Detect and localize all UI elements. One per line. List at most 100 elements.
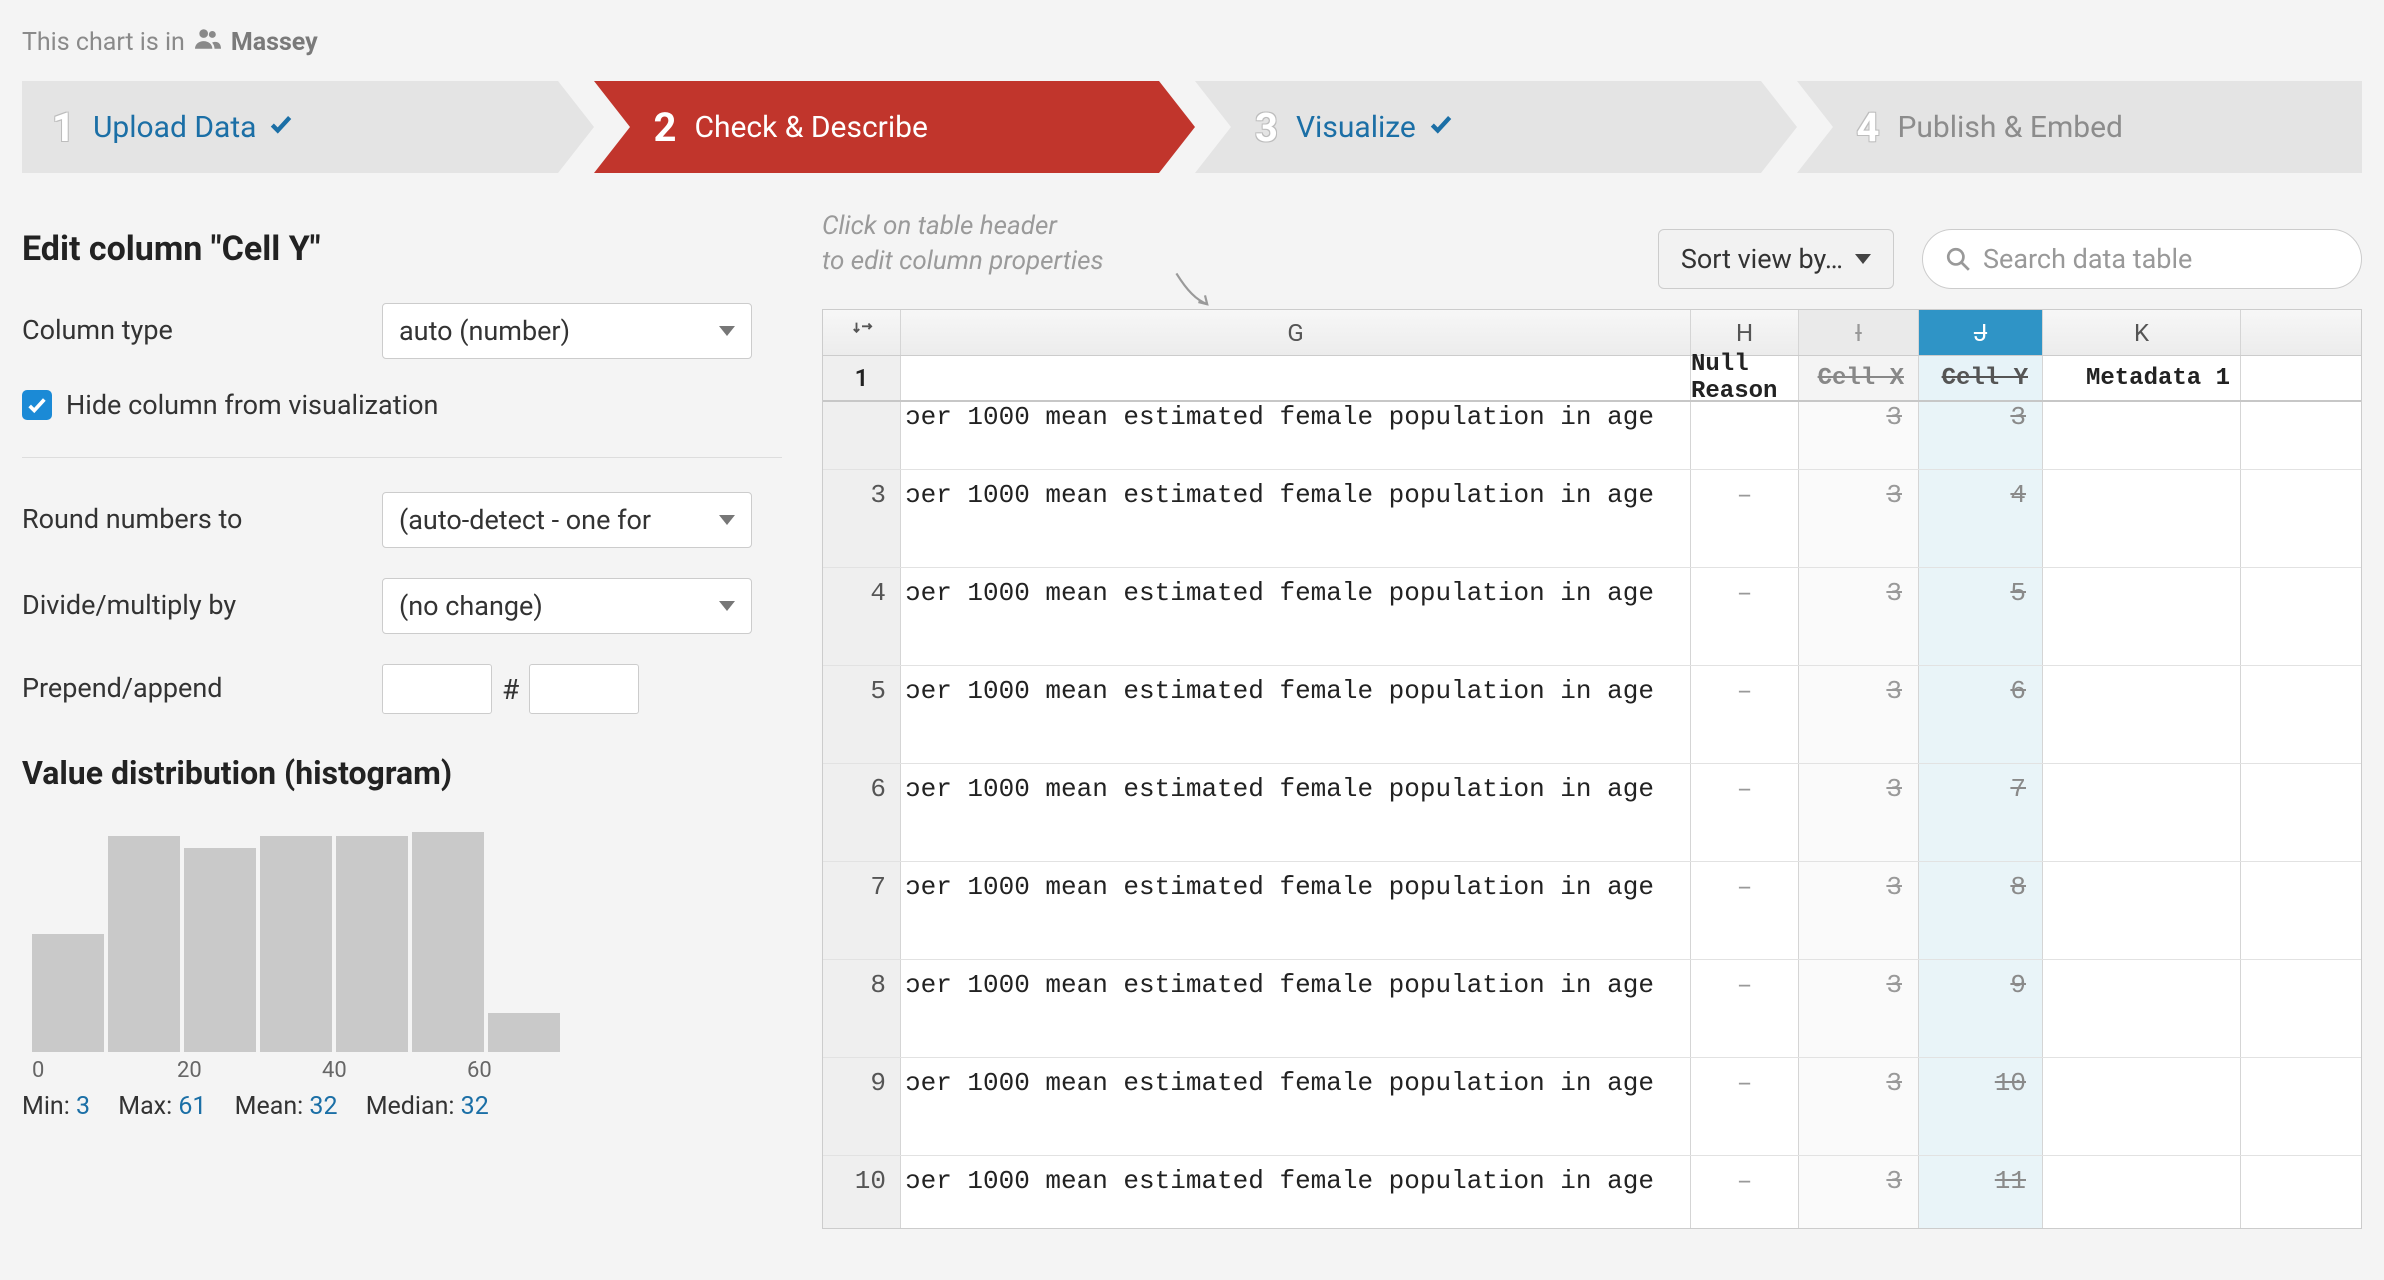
row-number[interactable]: 3 xyxy=(823,470,901,567)
cell-g[interactable]: ɔer 1000 mean estimated female populatio… xyxy=(901,862,1691,959)
breadcrumb-team[interactable]: Massey xyxy=(231,28,318,57)
stat-median-label: Median: xyxy=(366,1092,455,1121)
cell-j[interactable]: 8 xyxy=(1919,862,2043,959)
cell-h[interactable]: – xyxy=(1691,1058,1799,1155)
cell-i[interactable]: 3 xyxy=(1799,960,1919,1057)
cell-i[interactable]: 3 xyxy=(1799,402,1919,469)
cell-i[interactable]: 3 xyxy=(1799,1058,1919,1155)
histogram-chart: 0 20 40 60 xyxy=(22,822,612,1082)
prepend-separator: # xyxy=(502,673,519,706)
cell-i[interactable]: 3 xyxy=(1799,470,1919,567)
cell-i[interactable]: 3 xyxy=(1799,764,1919,861)
search-input[interactable]: Search data table xyxy=(1922,229,2362,289)
cell-g[interactable]: ɔer 1000 mean estimated female populatio… xyxy=(901,666,1691,763)
header-cell-i[interactable]: Cell X xyxy=(1799,356,1919,400)
cell-h[interactable]: – xyxy=(1691,470,1799,567)
cell-k[interactable] xyxy=(2043,1156,2241,1228)
cell-h[interactable] xyxy=(1691,402,1799,469)
transpose-button[interactable] xyxy=(823,310,901,355)
row-number[interactable]: 8 xyxy=(823,960,901,1057)
row-number[interactable]: 9 xyxy=(823,1058,901,1155)
cell-k[interactable] xyxy=(2043,1058,2241,1155)
check-icon xyxy=(268,110,294,145)
cell-i[interactable]: 3 xyxy=(1799,1156,1919,1228)
cell-h[interactable]: – xyxy=(1691,666,1799,763)
cell-h[interactable]: – xyxy=(1691,862,1799,959)
cell-h[interactable]: – xyxy=(1691,568,1799,665)
round-select[interactable]: (auto-detect - one for xyxy=(382,492,752,548)
hide-column-checkbox[interactable] xyxy=(22,390,52,420)
col-header-i[interactable]: I xyxy=(1799,310,1919,355)
cell-h[interactable]: – xyxy=(1691,960,1799,1057)
cell-k[interactable] xyxy=(2043,764,2241,861)
col-header-h[interactable]: H xyxy=(1691,310,1799,355)
divider xyxy=(22,457,782,458)
histogram-bar xyxy=(32,934,104,1052)
row-number[interactable]: 10 xyxy=(823,1156,901,1228)
cell-i[interactable]: 3 xyxy=(1799,666,1919,763)
column-type-select[interactable]: auto (number) xyxy=(382,303,752,359)
divmul-select[interactable]: (no change) xyxy=(382,578,752,634)
table-row: 8ɔer 1000 mean estimated female populati… xyxy=(823,960,2361,1058)
cell-j[interactable]: 11 xyxy=(1919,1156,2043,1228)
row-number[interactable] xyxy=(823,402,901,469)
sort-view-button[interactable]: Sort view by… xyxy=(1658,229,1894,289)
cell-g[interactable]: ɔer 1000 mean estimated female populatio… xyxy=(901,960,1691,1057)
cell-k[interactable] xyxy=(2043,402,2241,469)
cell-j[interactable]: 7 xyxy=(1919,764,2043,861)
append-input[interactable] xyxy=(529,664,639,714)
cell-h[interactable]: – xyxy=(1691,1156,1799,1228)
cell-j[interactable]: 10 xyxy=(1919,1058,2043,1155)
cell-k[interactable] xyxy=(2043,666,2241,763)
cell-k[interactable] xyxy=(2043,568,2241,665)
step-check-describe[interactable]: 2 Check & Describe xyxy=(594,81,1160,173)
cell-k[interactable] xyxy=(2043,470,2241,567)
caret-down-icon xyxy=(719,515,735,525)
cell-j[interactable]: 3 xyxy=(1919,402,2043,469)
cell-k[interactable] xyxy=(2043,960,2241,1057)
prepend-input[interactable] xyxy=(382,664,492,714)
hint-line2: to edit column properties xyxy=(822,244,1104,279)
cell-i[interactable]: 3 xyxy=(1799,862,1919,959)
col-header-g[interactable]: G xyxy=(901,310,1691,355)
cell-g[interactable]: ɔer 1000 mean estimated female populatio… xyxy=(901,1156,1691,1228)
step-upload-data[interactable]: 1 Upload Data xyxy=(22,81,558,173)
header-cell-j[interactable]: Cell Y xyxy=(1919,356,2043,400)
row-number[interactable]: 5 xyxy=(823,666,901,763)
header-cell-h[interactable]: Null Reason xyxy=(1691,356,1799,400)
histogram-stats: Min: 3 Max: 61 Mean: 32 Median: 32 xyxy=(22,1092,782,1121)
cell-j[interactable]: 6 xyxy=(1919,666,2043,763)
hide-column-label: Hide column from visualization xyxy=(66,389,438,421)
cell-i[interactable]: 3 xyxy=(1799,568,1919,665)
step-publish-embed[interactable]: 4 Publish & Embed xyxy=(1797,81,2363,173)
header-cell-k[interactable]: Metadata 1 xyxy=(2043,356,2241,400)
divmul-value: (no change) xyxy=(399,590,543,622)
row-number[interactable]: 7 xyxy=(823,862,901,959)
step-label: Publish & Embed xyxy=(1897,110,2122,145)
cell-g[interactable]: ɔer 1000 mean estimated female populatio… xyxy=(901,470,1691,567)
row-number[interactable]: 4 xyxy=(823,568,901,665)
histogram-bar xyxy=(260,836,332,1052)
cell-g[interactable]: ɔer 1000 mean estimated female populatio… xyxy=(901,402,1691,469)
row-number[interactable]: 6 xyxy=(823,764,901,861)
cell-j[interactable]: 4 xyxy=(1919,470,2043,567)
hist-tick: 0 xyxy=(32,1058,177,1082)
histogram-title: Value distribution (histogram) xyxy=(22,754,782,792)
col-header-k[interactable]: K xyxy=(2043,310,2241,355)
panel-title: Edit column "Cell Y" xyxy=(22,229,782,269)
step-visualize[interactable]: 3 Visualize xyxy=(1195,81,1761,173)
row-number[interactable]: 1 xyxy=(823,356,901,400)
cell-j[interactable]: 5 xyxy=(1919,568,2043,665)
header-cell-g[interactable] xyxy=(901,356,1691,400)
cell-g[interactable]: ɔer 1000 mean estimated female populatio… xyxy=(901,1058,1691,1155)
cell-g[interactable]: ɔer 1000 mean estimated female populatio… xyxy=(901,764,1691,861)
cell-j[interactable]: 9 xyxy=(1919,960,2043,1057)
cell-h[interactable]: – xyxy=(1691,764,1799,861)
cell-g[interactable]: ɔer 1000 mean estimated female populatio… xyxy=(901,568,1691,665)
prepend-label: Prepend/append xyxy=(22,671,382,706)
col-header-j[interactable]: J xyxy=(1919,310,2043,355)
table-row: 4ɔer 1000 mean estimated female populati… xyxy=(823,568,2361,666)
table-row: 9ɔer 1000 mean estimated female populati… xyxy=(823,1058,2361,1156)
histogram-bar xyxy=(488,1013,560,1052)
cell-k[interactable] xyxy=(2043,862,2241,959)
